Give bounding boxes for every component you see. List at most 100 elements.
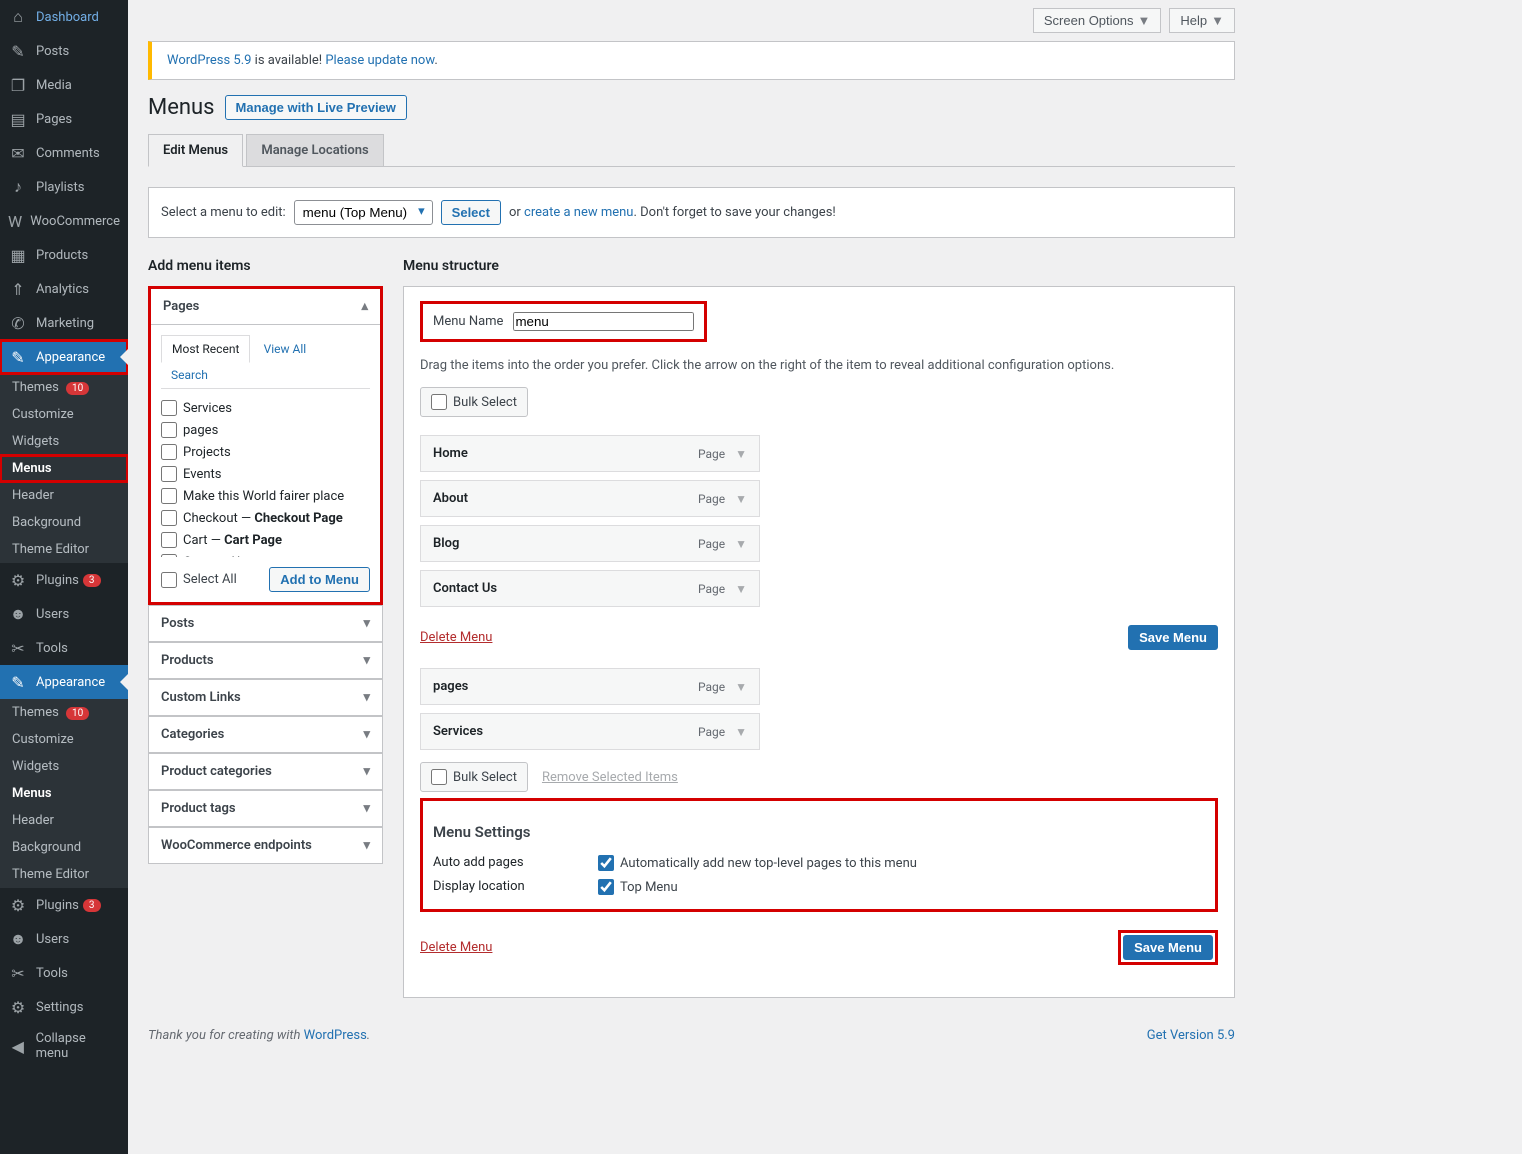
submenu-menus[interactable]: Menus	[0, 780, 128, 807]
sidebar-item-marketing[interactable]: ✆Marketing	[0, 306, 128, 340]
menu-structure-heading: Menu structure	[403, 258, 1235, 274]
menu-item[interactable]: HomePage▼	[420, 435, 760, 472]
page-checkbox[interactable]: Services	[161, 397, 366, 419]
submenu-menus[interactable]: Menus	[0, 455, 128, 482]
page-checkbox[interactable]: Cart — Cart Page	[161, 529, 366, 551]
sidebar-item-plugins[interactable]: ⚙Plugins3	[0, 888, 128, 922]
submenu-widgets[interactable]: Widgets	[0, 428, 128, 455]
tools-icon: ✂	[8, 638, 28, 658]
submenu-themes[interactable]: Themes 10	[0, 374, 128, 401]
sidebar-item-comments[interactable]: ✉Comments	[0, 136, 128, 170]
submenu-background[interactable]: Background	[0, 834, 128, 861]
chevron-down-icon[interactable]: ▼	[735, 725, 747, 739]
tools-icon: ✂	[8, 963, 28, 983]
tab-edit-menus[interactable]: Edit Menus	[148, 134, 243, 167]
delete-menu-link-bottom[interactable]: Delete Menu	[420, 940, 492, 955]
menu-item[interactable]: ServicesPage▼	[420, 713, 760, 750]
submenu-background[interactable]: Background	[0, 509, 128, 536]
sidebar-item-media[interactable]: ❐Media	[0, 68, 128, 102]
chevron-down-icon[interactable]: ▼	[735, 492, 747, 506]
sidebar-item-appearance[interactable]: ✎ Appearance	[0, 340, 128, 374]
tab-most-recent[interactable]: Most Recent	[161, 335, 250, 363]
pages-accordion-header[interactable]: Pages ▴	[151, 289, 380, 325]
chevron-down-icon: ▾	[363, 727, 370, 742]
submenu-header[interactable]: Header	[0, 807, 128, 834]
submenu-themes[interactable]: Themes 10	[0, 699, 128, 726]
get-version-link[interactable]: Get Version 5.9	[1147, 1028, 1235, 1043]
accordion-product-tags: Product tags▾	[148, 790, 383, 827]
accordion-header[interactable]: Posts▾	[149, 606, 382, 641]
sidebar-item-plugins[interactable]: ⚙Plugins3	[0, 563, 128, 597]
sidebar-collapse[interactable]: ◀ Collapse menu	[0, 1024, 128, 1068]
create-menu-link[interactable]: create a new menu	[524, 205, 633, 220]
select-button[interactable]: Select	[441, 200, 501, 225]
sidebar-item-analytics[interactable]: ⇑Analytics	[0, 272, 128, 306]
chevron-down-icon[interactable]: ▼	[735, 582, 747, 596]
sidebar-item-woocommerce[interactable]: WWooCommerce	[0, 204, 128, 238]
submenu-widgets[interactable]: Widgets	[0, 753, 128, 780]
save-menu-button-bottom[interactable]: Save Menu	[1123, 935, 1213, 960]
auto-add-checkbox[interactable]: Automatically add new top-level pages to…	[598, 855, 917, 871]
bulk-select-bottom[interactable]: Bulk Select	[420, 762, 528, 792]
tab-search[interactable]: Search	[161, 362, 218, 388]
page-checkbox[interactable]: Checkout — Checkout Page	[161, 507, 366, 529]
live-preview-button[interactable]: Manage with Live Preview	[225, 95, 407, 120]
add-to-menu-button[interactable]: Add to Menu	[269, 567, 370, 592]
dashboard-icon: ⌂	[8, 7, 28, 27]
delete-menu-link[interactable]: Delete Menu	[420, 630, 492, 645]
page-checkbox[interactable]: Projects	[161, 441, 366, 463]
display-location-checkbox[interactable]: Top Menu	[598, 879, 678, 895]
accordion-header[interactable]: Product categories▾	[149, 754, 382, 789]
sidebar-item-posts[interactable]: ✎Posts	[0, 34, 128, 68]
pages-list[interactable]: ServicespagesProjectsEventsMake this Wor…	[161, 397, 370, 557]
page-checkbox[interactable]: Make this World fairer place	[161, 485, 366, 507]
sidebar-item-appearance-2[interactable]: ✎ Appearance	[0, 665, 128, 699]
page-checkbox[interactable]: Contact Us	[161, 551, 366, 557]
sidebar-item-tools[interactable]: ✂Tools	[0, 956, 128, 990]
submenu-theme-editor[interactable]: Theme Editor	[0, 536, 128, 563]
accordion-header[interactable]: Product tags▾	[149, 791, 382, 826]
sidebar-item-playlists[interactable]: ♪Playlists	[0, 170, 128, 204]
submenu-customize[interactable]: Customize	[0, 401, 128, 428]
submenu-header[interactable]: Header	[0, 482, 128, 509]
accordion-header[interactable]: Categories▾	[149, 717, 382, 752]
select-all-checkbox[interactable]: Select All	[161, 572, 237, 588]
accordion-header[interactable]: WooCommerce endpoints▾	[149, 828, 382, 863]
sidebar-item-products[interactable]: ▦Products	[0, 238, 128, 272]
sidebar-item-pages[interactable]: ▤Pages	[0, 102, 128, 136]
menu-item[interactable]: BlogPage▼	[420, 525, 760, 562]
save-menu-button-top[interactable]: Save Menu	[1128, 625, 1218, 650]
submenu-theme-editor[interactable]: Theme Editor	[0, 861, 128, 888]
wordpress-link[interactable]: WordPress	[304, 1028, 367, 1043]
appearance-submenu-2: Themes 10CustomizeWidgetsMenusHeaderBack…	[0, 699, 128, 888]
sidebar-item-settings[interactable]: ⚙Settings	[0, 990, 128, 1024]
menu-item[interactable]: Contact UsPage▼	[420, 570, 760, 607]
wordpress-version-link[interactable]: WordPress 5.9	[167, 53, 251, 68]
accordion-header[interactable]: Products▾	[149, 643, 382, 678]
page-checkbox[interactable]: Events	[161, 463, 366, 485]
sidebar-item-users[interactable]: ☻Users	[0, 597, 128, 631]
submenu-customize[interactable]: Customize	[0, 726, 128, 753]
chevron-down-icon[interactable]: ▼	[735, 537, 747, 551]
menu-name-label: Menu Name	[433, 314, 503, 329]
tab-view-all[interactable]: View All	[254, 336, 317, 362]
menu-select[interactable]: menu (Top Menu)	[294, 200, 433, 225]
sidebar-item-tools[interactable]: ✂Tools	[0, 631, 128, 665]
chevron-down-icon[interactable]: ▼	[735, 680, 747, 694]
page-checkbox[interactable]: pages	[161, 419, 366, 441]
menu-item[interactable]: pagesPage▼	[420, 668, 760, 705]
screen-options-button[interactable]: Screen Options▼	[1033, 8, 1161, 33]
update-now-link[interactable]: Please update now	[325, 53, 434, 68]
plugins-icon: ⚙	[8, 895, 28, 915]
tab-manage-locations[interactable]: Manage Locations	[246, 134, 383, 166]
sidebar-item-users[interactable]: ☻Users	[0, 922, 128, 956]
sidebar-label: Collapse menu	[36, 1031, 120, 1061]
accordion-header[interactable]: Custom Links▾	[149, 680, 382, 715]
help-button[interactable]: Help▼	[1169, 8, 1235, 33]
pages-accordion: Pages ▴ Most Recent View All Search Serv…	[148, 286, 383, 605]
chevron-down-icon[interactable]: ▼	[735, 447, 747, 461]
menu-item[interactable]: AboutPage▼	[420, 480, 760, 517]
bulk-select-top[interactable]: Bulk Select	[420, 387, 528, 417]
menu-name-input[interactable]	[513, 312, 694, 331]
sidebar-item-dashboard[interactable]: ⌂Dashboard	[0, 0, 128, 34]
